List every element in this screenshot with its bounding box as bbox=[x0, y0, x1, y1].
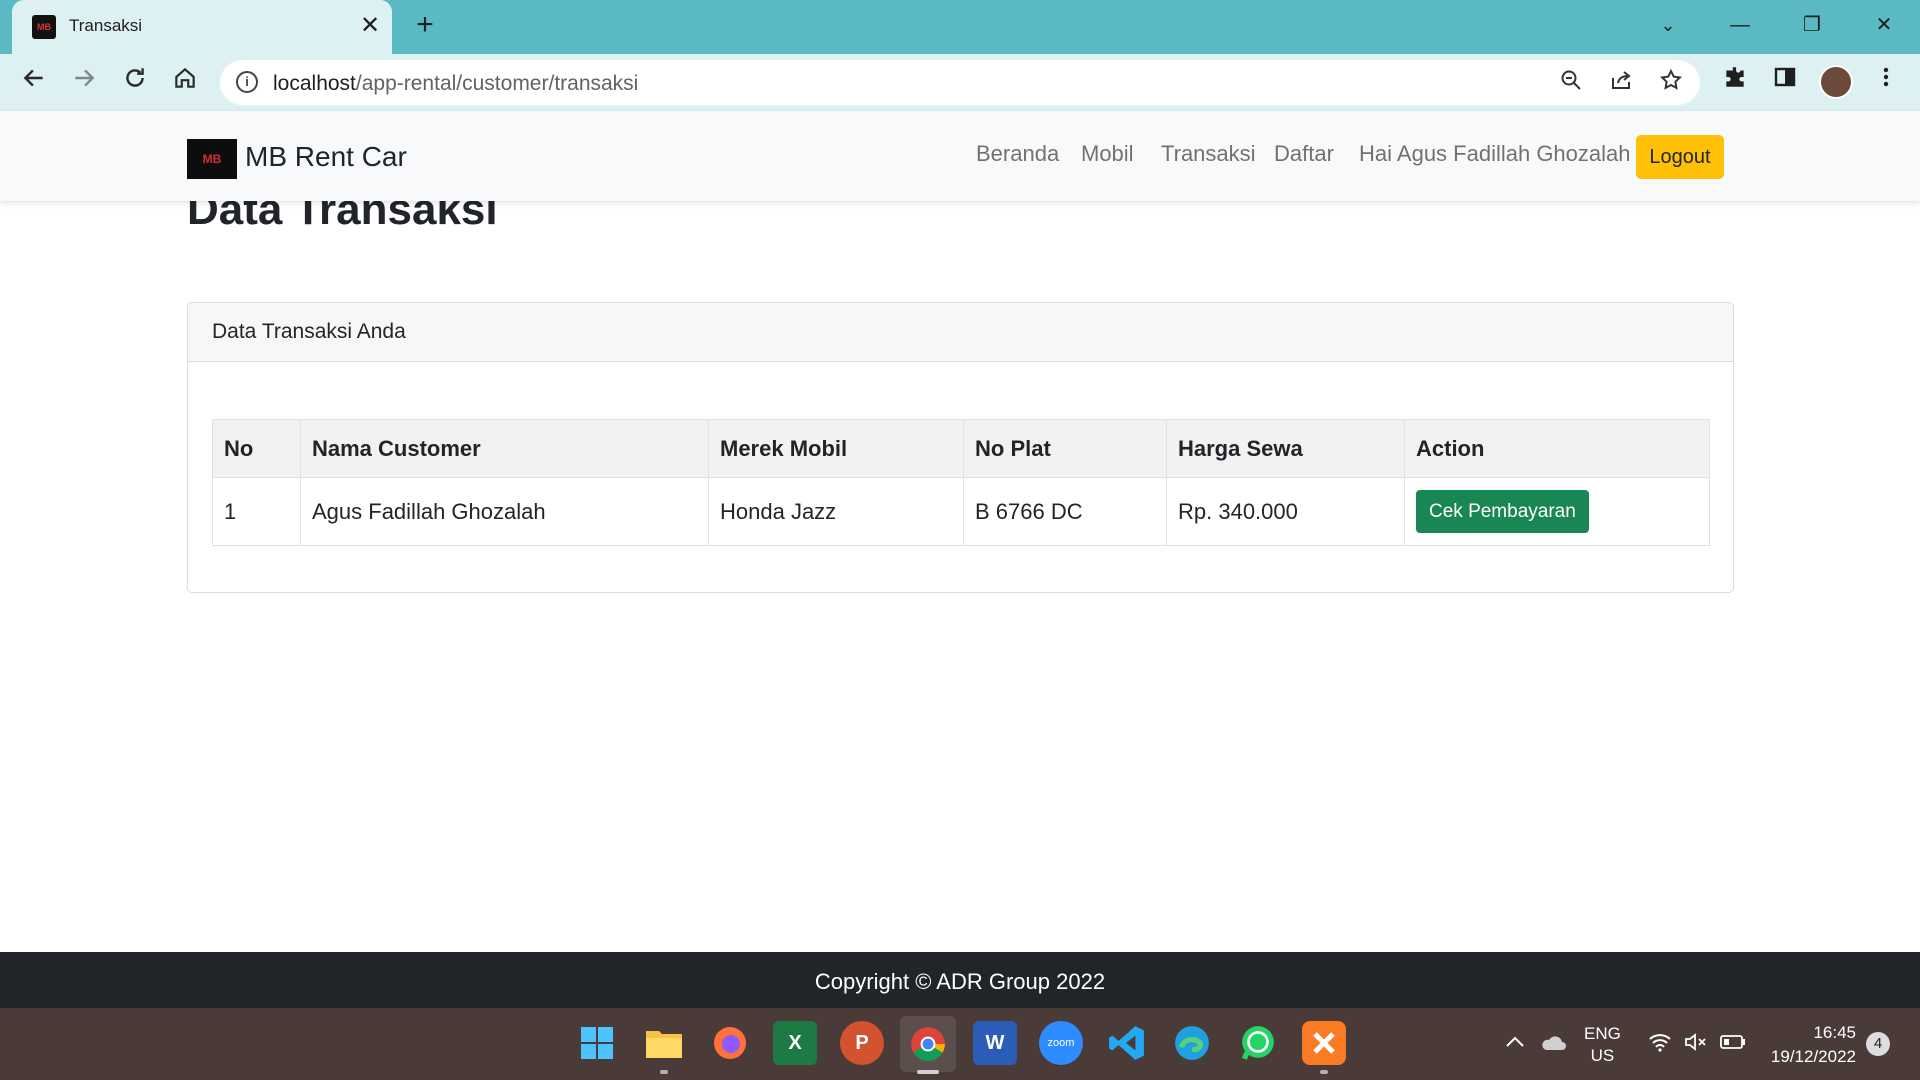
column-header-action: Action bbox=[1404, 419, 1710, 478]
whatsapp-icon[interactable] bbox=[1236, 1021, 1280, 1065]
bookmark-star-icon[interactable] bbox=[1656, 68, 1686, 98]
tab-favicon-icon: MB bbox=[32, 15, 56, 39]
brand-name[interactable]: MB Rent Car bbox=[245, 141, 407, 173]
cell-merek-mobil: Honda Jazz bbox=[708, 477, 964, 546]
more-menu-icon[interactable] bbox=[1868, 64, 1904, 100]
word-icon[interactable]: W bbox=[973, 1021, 1017, 1065]
extensions-icon[interactable] bbox=[1717, 64, 1753, 100]
address-url[interactable]: localhost/app-rental/customer/transaksi bbox=[273, 72, 638, 96]
zoom-icon[interactable] bbox=[1556, 68, 1586, 98]
clock-time: 16:45 bbox=[1813, 1023, 1856, 1042]
cell-no-plat: B 6766 DC bbox=[963, 477, 1167, 546]
wifi-icon[interactable] bbox=[1648, 1032, 1672, 1057]
file-explorer-indicator bbox=[660, 1070, 668, 1074]
cell-nama-customer: Agus Fadillah Ghozalah bbox=[300, 477, 709, 546]
card-header: Data Transaksi Anda bbox=[188, 303, 1733, 362]
restore-button[interactable]: ❐ bbox=[1792, 10, 1832, 40]
system-clock[interactable]: 16:45 19/12/2022 bbox=[1764, 1021, 1856, 1069]
table-header-row: No Nama Customer Merek Mobil No Plat Har… bbox=[212, 419, 1710, 478]
transaction-card: Data Transaksi Anda No Nama Customer Mer… bbox=[187, 302, 1734, 593]
back-icon[interactable] bbox=[16, 64, 52, 100]
cell-action: Cek Pembayaran bbox=[1404, 477, 1710, 546]
site-footer: Copyright © ADR Group 2022 bbox=[0, 952, 1920, 1008]
logout-button[interactable]: Logout bbox=[1636, 135, 1724, 179]
clock-date: 19/12/2022 bbox=[1770, 1047, 1856, 1066]
column-header-no: No bbox=[212, 419, 301, 478]
language-code: ENG bbox=[1584, 1024, 1621, 1043]
battery-icon[interactable] bbox=[1720, 1033, 1746, 1056]
site-info-icon[interactable]: i bbox=[236, 71, 258, 93]
nav-link-daftar[interactable]: Daftar bbox=[1274, 141, 1334, 167]
tab-search-icon[interactable]: ⌄ bbox=[1648, 10, 1688, 40]
transaction-table: No Nama Customer Merek Mobil No Plat Har… bbox=[212, 419, 1710, 546]
side-panel-icon[interactable] bbox=[1767, 64, 1803, 100]
cell-no: 1 bbox=[212, 477, 301, 546]
firefox-icon[interactable] bbox=[708, 1021, 752, 1065]
tray-overflow-chevron-icon[interactable] bbox=[1505, 1032, 1525, 1053]
xampp-indicator bbox=[1320, 1070, 1328, 1074]
address-bar[interactable]: i localhost/app-rental/customer/transaks… bbox=[220, 60, 1700, 105]
taskbar: X P W zoom ENG US 16:45 19/12/2022 4 bbox=[0, 1008, 1920, 1080]
close-window-button[interactable]: ✕ bbox=[1864, 10, 1904, 40]
file-explorer-icon[interactable] bbox=[642, 1021, 686, 1065]
column-header-nama-customer: Nama Customer bbox=[300, 419, 709, 478]
onedrive-cloud-icon[interactable] bbox=[1540, 1034, 1566, 1057]
site-navbar: MB MB Rent Car Beranda Mobil Transaksi D… bbox=[0, 111, 1920, 201]
reload-icon[interactable] bbox=[117, 64, 153, 100]
tab-title: Transaksi bbox=[69, 16, 143, 35]
forward-icon[interactable] bbox=[66, 64, 102, 100]
keyboard-layout: US bbox=[1590, 1046, 1615, 1065]
vscode-icon[interactable] bbox=[1105, 1021, 1149, 1065]
column-header-merek-mobil: Merek Mobil bbox=[708, 419, 964, 478]
nav-link-beranda[interactable]: Beranda bbox=[976, 141, 1059, 167]
column-header-no-plat: No Plat bbox=[963, 419, 1167, 478]
zoom-icon[interactable]: zoom bbox=[1039, 1021, 1083, 1065]
minimize-button[interactable]: — bbox=[1720, 10, 1760, 40]
browser-toolbar: i localhost/app-rental/customer/transaks… bbox=[0, 54, 1920, 111]
user-greeting[interactable]: Hai Agus Fadillah Ghozalah bbox=[1359, 141, 1631, 167]
language-indicator[interactable]: ENG US bbox=[1584, 1023, 1621, 1067]
card-title: Data Transaksi Anda bbox=[212, 320, 406, 343]
notification-badge[interactable]: 4 bbox=[1866, 1032, 1890, 1056]
nav-link-mobil[interactable]: Mobil bbox=[1081, 141, 1134, 167]
chrome-icon[interactable] bbox=[900, 1016, 956, 1072]
cek-pembayaran-button[interactable]: Cek Pembayaran bbox=[1416, 490, 1589, 533]
browser-tab-strip: MB Transaksi ✕ + ⌄ — ❐ ✕ bbox=[0, 0, 1920, 54]
column-header-harga-sewa: Harga Sewa bbox=[1166, 419, 1405, 478]
brand-logo[interactable]: MB bbox=[187, 139, 237, 179]
powerpoint-icon[interactable]: P bbox=[840, 1021, 884, 1065]
cell-harga-sewa: Rp. 340.000 bbox=[1166, 477, 1405, 546]
profile-avatar[interactable] bbox=[1819, 65, 1853, 99]
share-icon[interactable] bbox=[1606, 68, 1636, 98]
edge-icon[interactable] bbox=[1170, 1021, 1214, 1065]
footer-copyright: Copyright © ADR Group 2022 bbox=[814, 969, 1106, 994]
excel-icon[interactable]: X bbox=[773, 1021, 817, 1065]
volume-muted-icon[interactable] bbox=[1684, 1032, 1708, 1057]
new-tab-button[interactable]: + bbox=[410, 10, 440, 41]
xampp-icon[interactable] bbox=[1302, 1021, 1346, 1065]
nav-link-transaksi[interactable]: Transaksi bbox=[1161, 141, 1256, 167]
home-icon[interactable] bbox=[167, 64, 203, 100]
table-row: 1 Agus Fadillah Ghozalah Honda Jazz B 67… bbox=[212, 477, 1710, 546]
start-icon[interactable] bbox=[575, 1021, 619, 1065]
browser-tab[interactable]: MB Transaksi ✕ bbox=[12, 0, 392, 54]
tab-close-icon[interactable]: ✕ bbox=[357, 12, 383, 40]
chrome-active-indicator bbox=[917, 1070, 939, 1074]
